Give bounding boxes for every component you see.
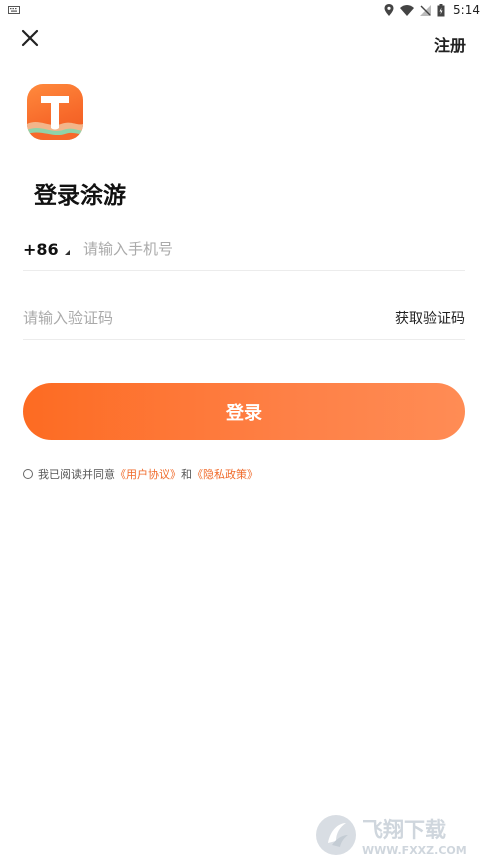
status-bar: 5:14: [0, 0, 488, 20]
caret-down-icon: [64, 249, 70, 255]
country-code-selector[interactable]: +86: [23, 240, 83, 259]
privacy-policy-link[interactable]: 《隐私政策》: [192, 466, 258, 482]
keyboard-icon: [8, 6, 20, 14]
status-left: [8, 6, 20, 14]
phone-row: +86: [23, 228, 465, 271]
location-icon: [384, 4, 394, 16]
close-button[interactable]: [18, 26, 42, 50]
close-icon: [21, 29, 39, 47]
login-button[interactable]: 登录: [23, 383, 465, 440]
agreement-row: 我已阅读并同意 《用户协议》 和 《隐私政策》: [23, 466, 258, 482]
phone-input[interactable]: [83, 237, 453, 261]
agreement-prefix: 我已阅读并同意: [38, 468, 115, 481]
wifi-icon: [400, 4, 415, 16]
get-code-button[interactable]: 获取验证码: [395, 308, 465, 328]
country-code-label: +86: [23, 239, 59, 259]
user-agreement-link[interactable]: 《用户协议》: [115, 466, 181, 482]
no-signal-icon: [420, 4, 432, 16]
battery-icon: [437, 3, 445, 16]
status-right: 5:14: [384, 3, 480, 17]
agreement-and: 和: [181, 468, 192, 481]
login-page: 5:14 注册 登录涂游 +86 获取验证码 登录: [0, 0, 488, 867]
watermark-text-cn: 飞翔下载: [362, 818, 446, 842]
agreement-radio[interactable]: [23, 469, 33, 479]
code-row: 获取验证码: [23, 297, 465, 340]
app-logo: [27, 84, 83, 140]
verification-code-input[interactable]: [23, 306, 343, 330]
register-link[interactable]: 注册: [434, 32, 466, 56]
watermark-logo: 飞翔下载 WWW.FXXZ.COM: [316, 815, 467, 857]
status-time: 5:14: [453, 3, 480, 17]
watermark-text-en: WWW.FXXZ.COM: [362, 844, 467, 857]
tuyou-logo-icon: [27, 96, 83, 140]
page-title: 登录涂游: [34, 183, 126, 209]
